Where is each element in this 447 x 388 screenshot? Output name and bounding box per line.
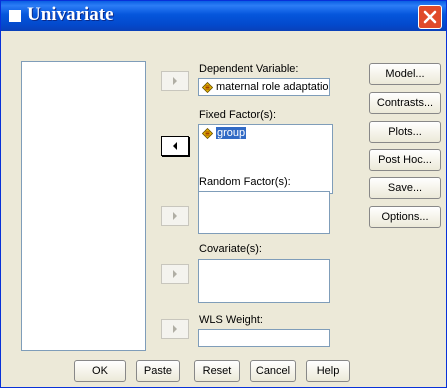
dependent-variable-field[interactable]: maternal role adaptatio [198, 78, 330, 96]
model-button[interactable]: Model... [369, 63, 441, 85]
arrow-right-icon [173, 212, 177, 220]
covariate-label: Covariate(s): [199, 243, 262, 255]
dependent-variable-label: Dependent Variable: [199, 63, 299, 75]
arrow-left-icon [173, 142, 177, 150]
source-variable-list[interactable] [21, 61, 146, 351]
dependent-variable-value: maternal role adaptatio [216, 81, 329, 93]
dependent-move-button[interactable] [161, 71, 189, 91]
dependent-variable-item[interactable]: maternal role adaptatio [202, 81, 329, 93]
cancel-button[interactable]: Cancel [250, 360, 296, 382]
save-button[interactable]: Save... [369, 177, 441, 199]
covariate-list[interactable] [198, 259, 330, 303]
dialog-body: Dependent Variable: maternal role adapta… [1, 31, 446, 387]
random-factor-move-button[interactable] [161, 206, 189, 226]
title-bar[interactable]: Univariate [1, 1, 446, 31]
random-factor-list[interactable] [198, 191, 330, 234]
covariate-move-button[interactable] [161, 264, 189, 284]
fixed-factor-item-group[interactable]: group [202, 127, 247, 139]
variable-icon [202, 127, 213, 139]
window-icon [9, 10, 21, 22]
ok-button[interactable]: OK [74, 360, 126, 382]
contrasts-button[interactable]: Contrasts... [369, 92, 441, 114]
fixed-factor-item-label: group [216, 127, 247, 139]
arrow-right-icon [173, 270, 177, 278]
reset-button[interactable]: Reset [194, 360, 240, 382]
post-hoc-button[interactable]: Post Hoc... [369, 149, 441, 171]
close-button[interactable] [418, 5, 442, 29]
fixed-factor-move-button[interactable] [161, 136, 189, 156]
options-button[interactable]: Options... [369, 206, 441, 228]
arrow-right-icon [173, 325, 177, 333]
wls-weight-move-button[interactable] [161, 319, 189, 339]
univariate-dialog: Univariate Dependent Variable: maternal … [0, 0, 447, 388]
window-title: Univariate [27, 4, 114, 25]
wls-weight-field[interactable] [198, 329, 330, 347]
fixed-factor-label: Fixed Factor(s): [199, 109, 277, 121]
help-button[interactable]: Help [306, 360, 350, 382]
scale-variable-icon [202, 81, 213, 93]
paste-button[interactable]: Paste [136, 360, 180, 382]
wls-weight-label: WLS Weight: [199, 314, 263, 326]
random-factor-label: Random Factor(s): [199, 176, 291, 188]
close-icon [423, 10, 437, 24]
arrow-right-icon [173, 77, 177, 85]
plots-button[interactable]: Plots... [369, 121, 441, 143]
